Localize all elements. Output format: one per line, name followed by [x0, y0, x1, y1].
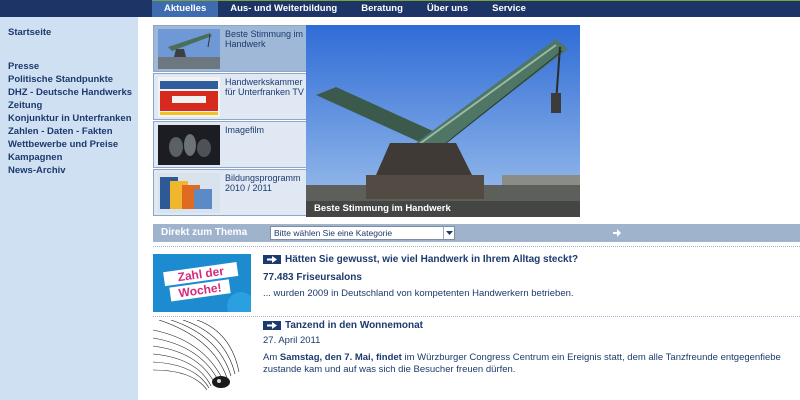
go-arrow-icon[interactable] — [612, 228, 622, 238]
news-text: Am Samstag, den 7. Mai, findet im Würzbu… — [263, 352, 800, 364]
category-select-value: Bitte wählen Sie eine Kategorie — [274, 228, 393, 238]
direct-topic-bar: Direkt zum Thema Bitte wählen Sie eine K… — [153, 224, 800, 242]
sidebar-item-zahlen-daten-fakten[interactable]: Zahlen - Daten - Fakten — [8, 125, 136, 138]
news-date: 27. April 2011 — [263, 335, 321, 346]
sidebar-item-startseite[interactable]: Startseite — [8, 26, 133, 39]
tab-service[interactable]: Service — [480, 1, 538, 17]
news-headline[interactable]: Hätten Sie gewusst, wie viel Handwerk in… — [263, 254, 800, 266]
sidebar: Startseite Presse Politische Standpunkte… — [0, 17, 138, 400]
divider — [153, 246, 800, 247]
news-headline-text: Hätten Sie gewusst, wie viel Handwerk in… — [285, 254, 579, 265]
sidebar-item-konjunktur[interactable]: Konjunktur in Unterfranken — [8, 112, 136, 125]
news-subhead: 77.483 Friseursalons — [263, 272, 362, 283]
teaser-image[interactable]: Beste Stimmung im Handwerk — [306, 25, 580, 217]
gallery-thumb-label: Imagefilm — [225, 125, 265, 135]
news-text: ... wurden 2009 in Deutschland von kompe… — [263, 288, 574, 299]
gallery-thumb-tv[interactable]: Handwerkskammer für Unterfranken TV — [153, 73, 308, 120]
news-image-zahl-der-woche[interactable]: Zahl der Woche! — [153, 254, 251, 312]
tv-thumbnail-image — [158, 77, 220, 117]
news-text-part: im Würzburger Congress Centrum ein Ereig… — [401, 352, 781, 363]
teaser-caption: Beste Stimmung im Handwerk — [306, 201, 580, 217]
film-thumbnail-image — [158, 125, 220, 165]
sidebar-item-presse[interactable]: Presse — [8, 60, 136, 73]
tab-aktuelles[interactable]: Aktuelles — [152, 1, 219, 17]
news-text-part: Am — [263, 352, 280, 363]
crane-thumbnail-image — [158, 29, 220, 69]
news-item: Zahl der Woche! Hätten Sie gewusst, wie … — [153, 254, 800, 312]
news-item: Tanzend in den Wonnemonat 27. April 2011… — [153, 320, 800, 396]
chevron-down-icon[interactable] — [443, 227, 454, 239]
news-body: Hätten Sie gewusst, wie viel Handwerk in… — [263, 254, 800, 300]
top-navigation: Aktuelles Aus- und Weiterbildung Beratun… — [152, 1, 800, 17]
arrow-right-icon — [263, 321, 281, 330]
news-headline-text: Tanzend in den Wonnemonat — [285, 320, 423, 331]
top-left-corner — [0, 0, 152, 17]
news-body: Tanzend in den Wonnemonat 27. April 2011… — [263, 320, 800, 376]
news-image-dance[interactable] — [153, 320, 251, 396]
crane-photo-image — [306, 25, 580, 217]
direct-topic-label: Direkt zum Thema — [161, 227, 248, 238]
tab-ueber-uns[interactable]: Über uns — [415, 1, 480, 17]
gallery-thumb-stimmung[interactable]: Beste Stimmung im Handwerk — [153, 25, 308, 72]
sidebar-item-kampagnen[interactable]: Kampagnen — [8, 151, 136, 164]
tab-beratung[interactable]: Beratung — [349, 1, 415, 17]
arrow-right-icon — [263, 255, 281, 264]
sidebar-list: Presse Politische Standpunkte DHZ - Deut… — [8, 60, 136, 177]
gallery-thumb-label: Beste Stimmung im Handwerk — [225, 29, 304, 49]
tab-aus-und-weiterbildung[interactable]: Aus- und Weiterbildung — [218, 1, 349, 17]
sidebar-item-dhz[interactable]: DHZ - Deutsche Handwerks Zeitung — [8, 86, 136, 112]
gallery-thumb-imagefilm[interactable]: Imagefilm — [153, 121, 308, 168]
news-text-bold: Samstag, den 7. Mai, findet — [279, 352, 402, 363]
brochure-thumbnail-image — [158, 173, 220, 213]
sidebar-item-news-archiv[interactable]: News-Archiv — [8, 164, 136, 177]
sidebar-item-politische-standpunkte[interactable]: Politische Standpunkte — [8, 73, 136, 86]
gallery-thumbnails: Beste Stimmung im Handwerk Handwerkskamm… — [153, 25, 308, 217]
sidebar-item-wettbewerbe[interactable]: Wettbewerbe und Preise — [8, 138, 136, 151]
gallery-thumb-label: Bildungsprogramm 2010 / 2011 — [225, 173, 301, 193]
news-headline[interactable]: Tanzend in den Wonnemonat — [263, 320, 800, 332]
category-select[interactable]: Bitte wählen Sie eine Kategorie — [270, 226, 455, 240]
divider — [153, 316, 800, 317]
gallery-thumb-label: Handwerkskammer für Unterfranken TV — [225, 77, 304, 97]
news-text-line-2: zustande kam und auf was sich die Besuch… — [263, 364, 516, 375]
gallery-thumb-bildung[interactable]: Bildungsprogramm 2010 / 2011 — [153, 169, 308, 216]
